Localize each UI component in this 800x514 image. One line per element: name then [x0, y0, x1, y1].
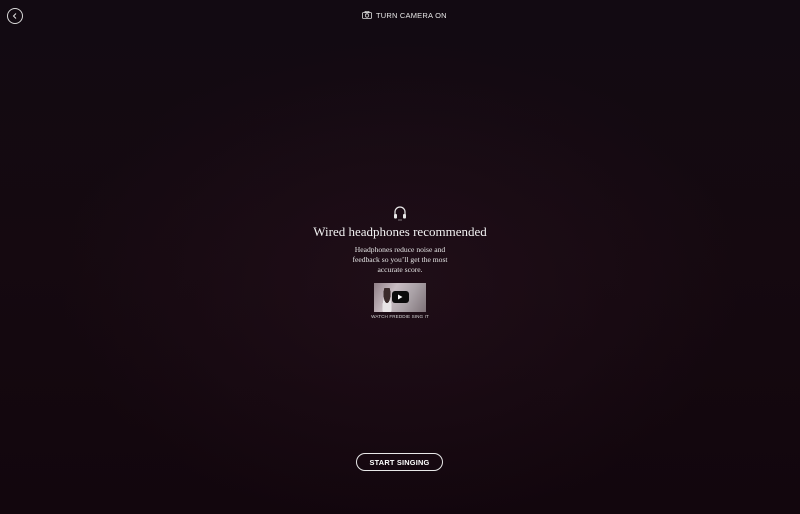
play-icon [398, 294, 403, 300]
play-button[interactable] [391, 291, 409, 303]
page-title: Wired headphones recommended [313, 224, 487, 239]
watch-video-link[interactable]: WATCH FREDDIE SING IT [371, 283, 429, 319]
description-text: Headphones reduce noise and feedback so … [352, 245, 448, 274]
headphones-notice: Wired headphones recommended Headphones … [0, 205, 800, 319]
video-caption: WATCH FREDDIE SING IT [371, 314, 429, 319]
chevron-left-icon [12, 13, 17, 19]
camera-toggle-label: TURN CAMERA ON [376, 10, 447, 20]
camera-icon [362, 11, 372, 19]
video-thumbnail[interactable] [373, 283, 426, 312]
start-singing-button[interactable]: START SINGING [356, 453, 443, 471]
turn-camera-on-button[interactable]: TURN CAMERA ON [362, 9, 447, 21]
headphones-icon [394, 206, 406, 221]
back-button[interactable] [7, 8, 23, 24]
